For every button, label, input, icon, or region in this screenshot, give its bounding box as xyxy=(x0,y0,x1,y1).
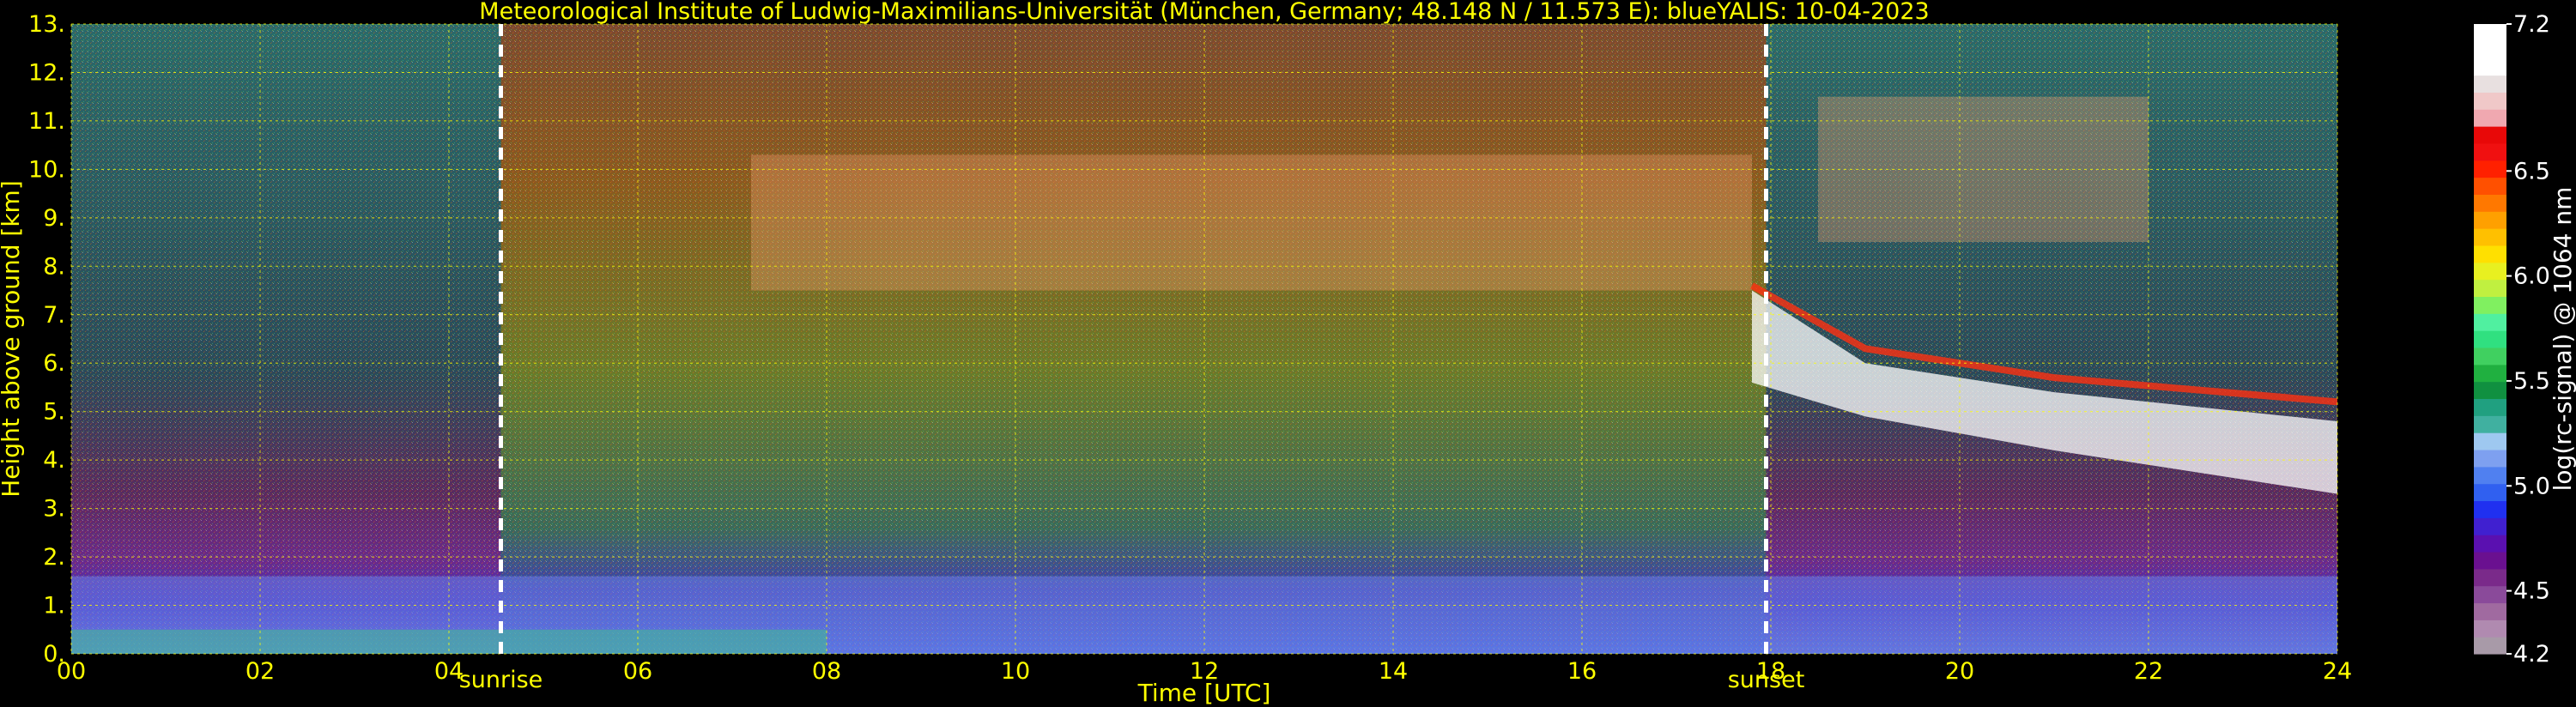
x-tick-label: 16 xyxy=(1567,658,1597,685)
colorbar-segment xyxy=(2474,262,2506,281)
colorbar-segment xyxy=(2474,194,2506,212)
colorbar-segment xyxy=(2474,228,2506,246)
colorbar-segment xyxy=(2474,279,2506,298)
colorbar-segment xyxy=(2474,296,2506,314)
x-tick-label: 06 xyxy=(623,658,652,685)
colorbar-tick-label: 6.0 xyxy=(2513,263,2550,290)
colorbar-segment xyxy=(2474,75,2506,93)
y-tick-label: 12. xyxy=(28,59,65,86)
colorbar-tick-label: 7.2 xyxy=(2513,11,2550,38)
x-axis-label: Time [UTC] xyxy=(1137,679,1271,707)
colorbar-segment xyxy=(2474,449,2506,468)
colorbar-segment xyxy=(2474,602,2506,620)
colorbar-segment xyxy=(2474,211,2506,229)
colorbar-segment xyxy=(2474,551,2506,570)
y-tick-label: 7. xyxy=(43,302,65,329)
y-tick-label: 5. xyxy=(43,399,65,426)
y-tick-label: 13. xyxy=(28,11,65,38)
y-tick-label: 9. xyxy=(43,205,65,232)
colorbar-tick-label: 4.2 xyxy=(2513,641,2550,668)
colorbar-segment xyxy=(2474,637,2506,655)
colorbar-segment xyxy=(2474,500,2506,518)
y-tick-label: 6. xyxy=(43,350,65,377)
colorbar-segment xyxy=(2474,483,2506,502)
x-tick-label: 10 xyxy=(1001,658,1030,685)
colorbar-segment xyxy=(2474,466,2506,485)
colorbar-segment xyxy=(2474,245,2506,263)
y-tick-label: 10. xyxy=(28,156,65,183)
x-tick-label: 20 xyxy=(1945,658,1974,685)
colorbar-segment xyxy=(2474,585,2506,604)
x-tick-label: 04 xyxy=(434,658,464,685)
colorbar-segment xyxy=(2474,415,2506,433)
x-tick-label: 14 xyxy=(1379,658,1408,685)
event-label: sunrise xyxy=(459,667,543,693)
colorbar-segment xyxy=(2474,92,2506,110)
colorbar-tick-label: 5.5 xyxy=(2513,368,2550,395)
x-tick-label: 22 xyxy=(2134,658,2163,685)
colorbar-segment xyxy=(2474,313,2506,331)
x-tick-label: 18 xyxy=(1756,658,1785,685)
lidar-quicklook-chart: sunrise sunset 00 02 04 06 08 10 12 14 16 18 20 22 24… xyxy=(0,0,2576,707)
colorbar-segment xyxy=(2474,347,2506,366)
cirrus-cloud xyxy=(751,154,1752,291)
colorbar-segment xyxy=(2474,109,2506,127)
x-tick-label: 08 xyxy=(812,658,841,685)
colorbar-segment xyxy=(2474,619,2506,638)
colorbar-segment xyxy=(2474,535,2506,553)
colorbar-segment xyxy=(2474,142,2506,161)
colorbar-segment xyxy=(2474,24,2506,42)
colorbar-tick-label: 6.5 xyxy=(2513,158,2550,184)
y-tick-label: 11. xyxy=(28,108,65,135)
colorbar-segment xyxy=(2474,330,2506,348)
y-axis-label: Height above ground [km] xyxy=(0,180,25,498)
colorbar-segment xyxy=(2474,160,2506,178)
y-tick-label: 1. xyxy=(43,593,65,619)
colorbar-segment xyxy=(2474,177,2506,195)
colorbar-segment xyxy=(2474,57,2506,76)
colorbar-segment xyxy=(2474,40,2506,59)
y-tick-label: 0. xyxy=(43,641,65,668)
colorbar-label: log(rc-signal) @ 1064 nm xyxy=(2549,187,2576,492)
colorbar-segment xyxy=(2474,364,2506,383)
colorbar-tick-label: 4.5 xyxy=(2513,578,2550,605)
colorbar-segment xyxy=(2474,432,2506,450)
colorbar-segment xyxy=(2474,126,2506,144)
y-axis-ticks: 0. 1. 2. 3. 4. 5. 6. 7. 8. 9. 10. 11. 12. 13. xyxy=(28,11,65,668)
x-tick-label: 24 xyxy=(2323,658,2352,685)
y-tick-label: 3. xyxy=(43,496,65,523)
colorbar: 4.2 4.5 5.0 5.5 6.0 6.5 7.2 xyxy=(2474,11,2550,668)
colorbar-tick-label: 5.0 xyxy=(2513,473,2550,499)
colorbar-segment xyxy=(2474,517,2506,535)
colorbar-segment xyxy=(2474,381,2506,400)
colorbar-segment xyxy=(2474,398,2506,416)
chart-title: Meteorological Institute of Ludwig-Maxim… xyxy=(479,0,1929,25)
colorbar-segment xyxy=(2474,568,2506,587)
y-tick-label: 8. xyxy=(43,253,65,280)
y-tick-label: 4. xyxy=(43,447,65,474)
x-tick-label: 02 xyxy=(245,658,275,685)
y-tick-label: 2. xyxy=(43,544,65,571)
